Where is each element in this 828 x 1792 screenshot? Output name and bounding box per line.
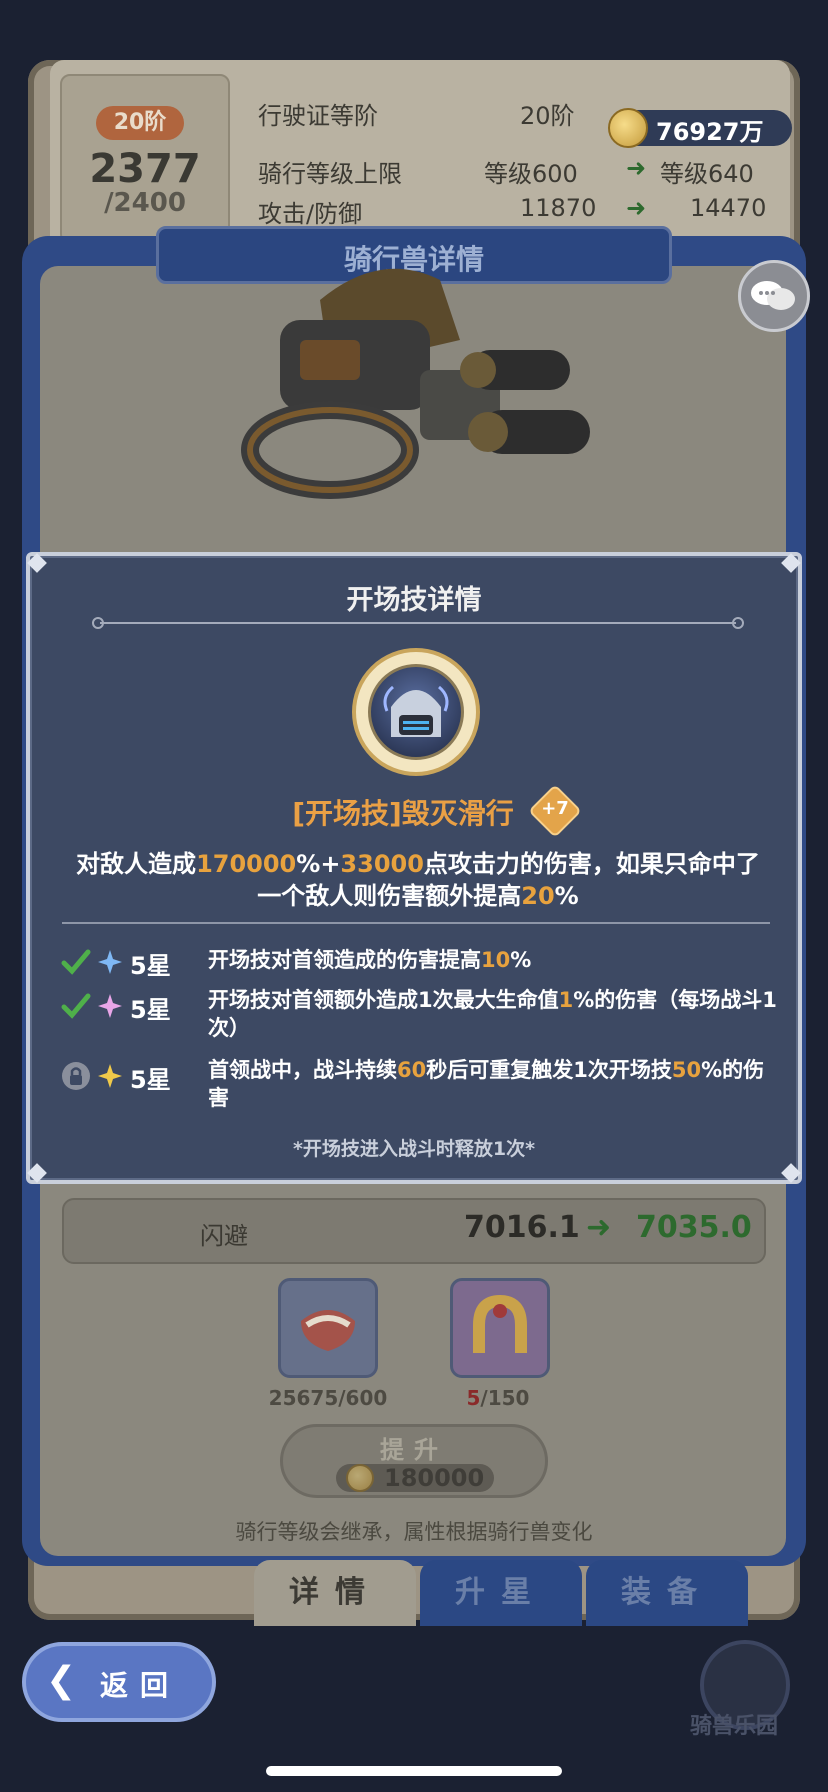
license-row-current: 11870: [520, 194, 597, 222]
star-effect-text: 开场技对首领额外造成1次最大生命值1%的伤害（每场战斗1次）: [208, 986, 778, 1042]
enhance-level: +7: [541, 798, 569, 819]
corner-gem-icon: [781, 553, 801, 573]
license-row-next: 14470: [690, 194, 767, 222]
license-row-next: 等级640: [660, 160, 754, 188]
back-label: 返回: [100, 1669, 181, 1702]
license-row-label: 骑行等级上限: [258, 160, 402, 188]
tab-star-up[interactable]: 升星: [420, 1560, 582, 1626]
desc-value: 170000: [196, 850, 297, 878]
chat-button[interactable]: [738, 260, 810, 332]
opening-skill-dialog: 开场技详情 [开场技]毁灭滑行 +7 对敌人造成170000%+33000点攻击…: [26, 552, 802, 1184]
arrow-right-icon: ➜: [626, 194, 647, 222]
skill-medallion: [352, 648, 480, 776]
title-divider: [100, 622, 736, 624]
upgrade-label: 提升: [380, 1436, 448, 1464]
license-row-current: 20阶: [520, 102, 575, 130]
item-slot-scarf[interactable]: [278, 1278, 378, 1378]
corner-gem-icon: [27, 553, 47, 573]
currency-value: 76927万: [656, 118, 764, 146]
back-arrow-icon: ❮: [46, 1660, 77, 1701]
skill-icon: [368, 664, 464, 760]
star-effect-text: 首领战中，战斗持续60秒后可重复触发1次开场技50%的伤害: [208, 1056, 778, 1112]
effect-value: 1: [558, 988, 574, 1012]
effect-text: %: [510, 948, 532, 972]
dodge-label: 闪避: [200, 1222, 248, 1250]
desc-text: 一个敌人则伤害额外提高: [257, 882, 522, 910]
lock-icon: [62, 1062, 90, 1090]
dodge-current: 7016.1: [464, 1210, 580, 1245]
desc-text: 对敌人造成: [76, 850, 197, 878]
pink-star-gem-icon: [98, 994, 122, 1018]
star-effect-row: 5星 开场技对首领造成的伤害提高10%: [60, 946, 780, 980]
effect-value: 10: [481, 948, 511, 972]
desc-text: %+: [296, 850, 341, 878]
corner-gem-icon: [27, 1163, 47, 1183]
item-slot-horseshoe[interactable]: [450, 1278, 550, 1378]
license-row-current: 等级600: [484, 160, 578, 188]
arrow-right-icon: ➜: [626, 154, 647, 182]
mount-park-label: 骑兽乐园: [690, 1714, 779, 1739]
home-indicator[interactable]: [266, 1766, 562, 1776]
dodge-next: 7035.0: [636, 1210, 752, 1245]
mount-image: [241, 268, 590, 499]
star-tier: 5星: [130, 1066, 171, 1094]
star-effect-row: 5星 首领战中，战斗持续60秒后可重复触发1次开场技50%的伤害: [60, 1056, 780, 1116]
coin-icon: [608, 108, 648, 148]
star-effect-text: 开场技对首领造成的伤害提高10%: [208, 946, 778, 974]
divider-end-icon: [732, 617, 744, 629]
desc-text: %: [554, 882, 579, 910]
check-icon: [61, 993, 91, 1019]
effect-text: 首领战中，战斗持续: [208, 1058, 397, 1082]
star-tier: 5星: [130, 952, 171, 980]
license-row-label: 行驶证等阶: [258, 102, 378, 130]
item-count: 5/150: [428, 1386, 568, 1410]
gold-star-gem-icon: [98, 1064, 122, 1088]
dialog-title: 开场技详情: [346, 585, 482, 616]
scarf-icon: [301, 1310, 355, 1351]
item-count-need: /150: [480, 1386, 530, 1410]
effect-text: 开场技对首领额外造成1次最大生命值: [208, 988, 559, 1012]
tab-equipment[interactable]: 装备: [586, 1560, 748, 1626]
corner-gem-icon: [781, 1163, 801, 1183]
star-effect-row: 5星 开场技对首领额外造成1次最大生命值1%的伤害（每场战斗1次）: [60, 986, 780, 1046]
rank-points-max: /2400: [104, 188, 186, 218]
section-divider: [62, 922, 770, 924]
tab-detail[interactable]: 详情: [254, 1560, 416, 1626]
effect-value: 60: [397, 1058, 427, 1082]
desc-text: 点攻击力的伤害，如果只命中了: [423, 850, 760, 878]
effect-value: 50: [671, 1058, 702, 1082]
horseshoe-icon: [473, 1294, 527, 1353]
desc-value: 20: [521, 882, 555, 910]
upgrade-cost: 180000: [384, 1464, 485, 1492]
rank-points: 2377: [89, 146, 201, 192]
coin-icon: [346, 1464, 374, 1492]
chat-icon: [751, 281, 795, 310]
inherit-note: 骑行等级会继承，属性根据骑行兽变化: [235, 1520, 593, 1544]
item-count-have: 5: [466, 1386, 481, 1410]
divider-end-icon: [92, 617, 104, 629]
effect-text: 秒后可重复触发1次开场技: [426, 1058, 672, 1082]
skill-description: 对敌人造成170000%+33000点攻击力的伤害，如果只命中了 一个敌人则伤害…: [50, 848, 786, 912]
blue-star-gem-icon: [98, 950, 122, 974]
dialog-footnote: *开场技进入战斗时释放1次*: [292, 1138, 536, 1160]
item-count: 25675/600: [268, 1386, 388, 1410]
effect-text: 开场技对首领造成的伤害提高: [208, 948, 481, 972]
license-row-label: 攻击/防御: [258, 200, 363, 228]
star-tier: 5星: [130, 996, 171, 1024]
arrow-right-icon: ➜: [586, 1210, 612, 1245]
skill-name: [开场技]毁灭滑行: [292, 797, 514, 830]
skill-rider-icon: [383, 685, 449, 737]
rank-badge: 20阶: [96, 106, 184, 140]
check-icon: [61, 949, 91, 975]
desc-value: 33000: [340, 850, 424, 878]
